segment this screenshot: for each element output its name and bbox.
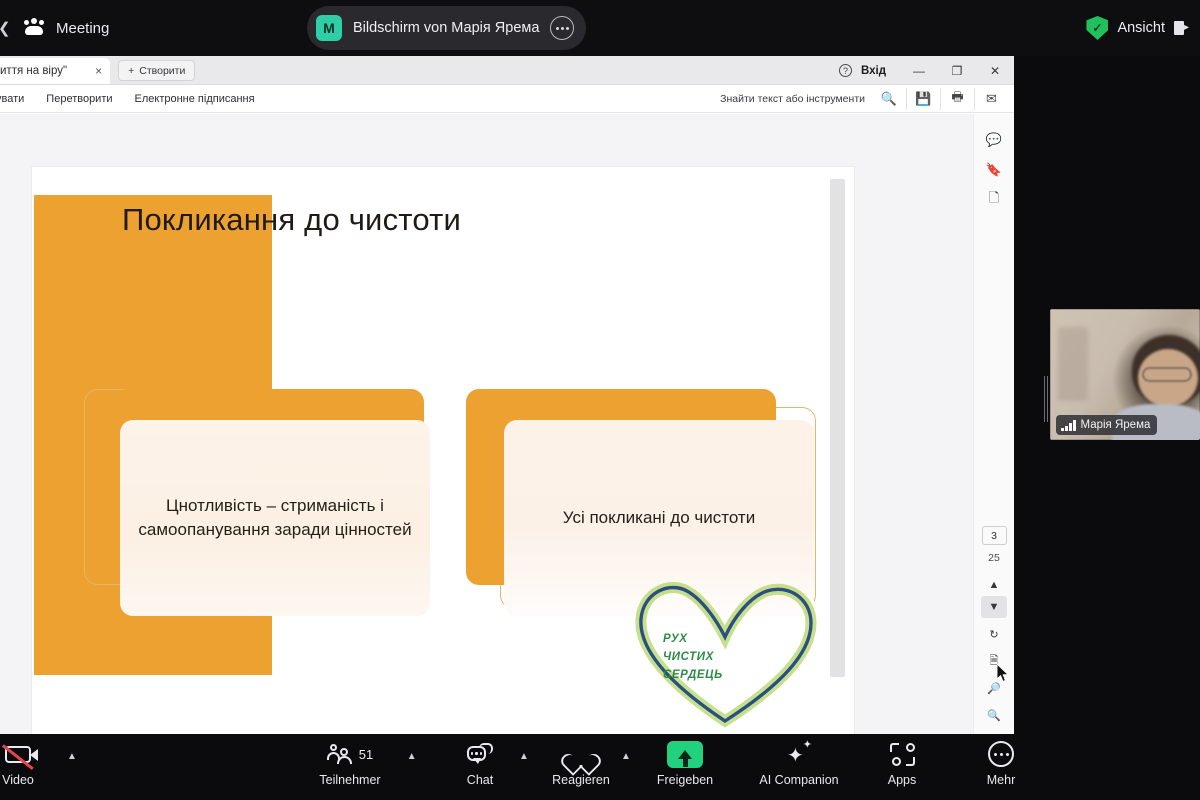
- question-circle-icon[interactable]: ?: [838, 64, 852, 77]
- camera-off-icon[interactable]: [2, 743, 38, 770]
- find-input[interactable]: Знайти текст або інструменти: [720, 93, 865, 105]
- page-number-input[interactable]: 3: [981, 526, 1007, 545]
- toolbar-label-participants: Teilnehmer: [319, 773, 381, 787]
- card-body: Цнотливість – стриманість і самоопануван…: [120, 420, 430, 616]
- share-screen-icon: [667, 740, 703, 768]
- heart-icon: [569, 744, 593, 765]
- plus-icon: +: [128, 64, 135, 77]
- chat-icon: [467, 743, 493, 765]
- print-icon[interactable]: 🖶: [940, 87, 974, 110]
- meeting-bottom-toolbar: ▲ Video 51 ▲ Teilnehmer ▲ Chat ▲ Reagier…: [0, 734, 1200, 800]
- chevron-up-icon-reactions[interactable]: ▲: [621, 751, 631, 762]
- share-title: Bildschirm von Марія Ярема: [353, 20, 540, 36]
- pdf-document-tab[interactable]: иття на віру" ×: [0, 58, 111, 84]
- maximize-button[interactable]: ❐: [938, 56, 976, 85]
- minimize-button[interactable]: —: [900, 56, 938, 85]
- toolbar-label-video: Video: [2, 773, 34, 787]
- page-scrollbar-thumb[interactable]: [830, 179, 845, 677]
- pdf-tab-title: иття на віру": [0, 65, 68, 77]
- more-dots-icon[interactable]: [550, 16, 575, 40]
- participants-icon: [326, 744, 353, 764]
- pdf-reader-window: иття на віру" × + Створити ? Вхід — ❐ ✕ …: [0, 56, 1014, 734]
- topbar-right-group: ✓ Ansicht ▸: [1086, 0, 1190, 56]
- participant-name-chip: Марія Ярема: [1056, 415, 1158, 435]
- avatar: M: [316, 15, 342, 41]
- close-icon[interactable]: ×: [95, 64, 102, 78]
- pdf-tab-strip: иття на віру" × + Створити ? Вхід — ❐ ✕: [0, 56, 1014, 85]
- window-controls: ? Вхід — ❐ ✕: [838, 56, 1014, 85]
- toolbar-button-apps[interactable]: Apps: [856, 740, 948, 787]
- pdf-document-canvas[interactable]: Покликання до чистоти Цнотливість – стри…: [0, 114, 973, 734]
- page-total-label: 25: [988, 552, 1000, 564]
- pdf-page: Покликання до чистоти Цнотливість – стри…: [32, 167, 854, 734]
- logo-line-1: РУХ: [663, 633, 688, 645]
- participants-count: 51: [358, 746, 374, 762]
- comment-icon[interactable]: 💬: [979, 125, 1009, 154]
- toolbar-label-chat: Chat: [466, 773, 494, 787]
- view-label[interactable]: Ansicht: [1117, 20, 1165, 36]
- toolbar-label-reactions: Reagieren: [552, 773, 610, 787]
- meeting-top-bar: ❮ Meeting M Bildschirm von Марія Ярема ✓…: [0, 0, 1200, 56]
- toolbar-button-video[interactable]: ▲ Video: [0, 740, 77, 787]
- toolbar-button-ai-companion[interactable]: ✦ ✦ AI Companion: [753, 739, 845, 788]
- close-window-button[interactable]: ✕: [976, 56, 1014, 85]
- menu-item-esign[interactable]: Електронне підписання: [135, 93, 255, 105]
- toolbar-label-ai-companion: AI Companion: [759, 773, 839, 787]
- rotate-clockwise-icon[interactable]: ↻: [981, 623, 1007, 645]
- toolbar-label-apps: Apps: [887, 773, 917, 787]
- toolbar-label-more: Mehr: [986, 773, 1016, 787]
- pdf-tool-rail: 💬 🔖 🗋 3 25 ▲ ▼ ↻ 🗎 🔎 🔍: [973, 114, 1014, 734]
- toolbar-button-share[interactable]: Freigeben: [639, 740, 731, 787]
- new-tab-label: Створити: [139, 64, 186, 77]
- signin-button[interactable]: Вхід: [861, 65, 886, 77]
- shield-check-icon[interactable]: ✓: [1086, 16, 1109, 40]
- sparkle-icon: ✦ ✦: [787, 739, 812, 767]
- search-icon[interactable]: 🔍: [872, 88, 906, 110]
- mouse-cursor: [997, 664, 1009, 682]
- participant-name: Марія Ярема: [1080, 419, 1151, 431]
- more-circle-icon: [988, 741, 1014, 767]
- logo-line-2: ЧИСТИХ: [663, 650, 714, 663]
- pdf-menu-bar: гувати Перетворити Електронне підписання…: [0, 85, 1014, 113]
- menu-item-edit[interactable]: гувати: [0, 93, 24, 105]
- chevron-left-icon[interactable]: ❮: [0, 19, 12, 37]
- next-page-button[interactable]: ▼: [981, 596, 1007, 618]
- app-root: ❮ Meeting M Bildschirm von Марія Ярема ✓…: [0, 0, 1200, 800]
- screen-share-badge[interactable]: M Bildschirm von Марія Ярема: [307, 6, 587, 50]
- bookmark-icon[interactable]: 🔖: [979, 155, 1009, 184]
- new-tab-button[interactable]: + Створити: [118, 60, 196, 81]
- menu-item-convert[interactable]: Перетворити: [46, 93, 112, 105]
- meeting-info-group: ❮ Meeting: [0, 18, 300, 38]
- mail-icon[interactable]: ✉: [974, 87, 1008, 110]
- chevron-up-icon-video[interactable]: ▲: [67, 751, 77, 762]
- meeting-label: Meeting: [56, 19, 110, 37]
- panel-resize-handle[interactable]: [1044, 376, 1048, 422]
- zoom-out-icon[interactable]: 🔍: [981, 704, 1007, 726]
- logo-line-3: СЕРДЕЦЬ: [663, 668, 723, 681]
- heart-logo: РУХ ЧИСТИХ СЕРДЕЦЬ: [625, 569, 825, 734]
- video-tile[interactable]: Марія Ярема: [1050, 309, 1200, 440]
- toolbar-button-reactions[interactable]: ▲ Reagieren: [535, 740, 631, 787]
- toolbar-button-participants[interactable]: 51 ▲ Teilnehmer: [304, 740, 417, 787]
- toolbar-button-more[interactable]: Mehr: [955, 740, 1047, 787]
- copy-pages-icon[interactable]: 🗋: [979, 185, 1009, 214]
- chevron-up-icon-chat[interactable]: ▲: [519, 751, 529, 762]
- layout-view-icon[interactable]: ▸: [1174, 21, 1190, 35]
- apps-icon: [889, 742, 915, 766]
- people-icon: [22, 18, 46, 38]
- signal-bars-icon: [1061, 419, 1076, 431]
- toolbar-button-chat[interactable]: ▲ Chat: [434, 740, 529, 787]
- pdf-menu-right-group: Знайти текст або інструменти 🔍 💾 🖶 ✉: [720, 87, 1008, 110]
- heart-logo-text: РУХ ЧИСТИХ СЕРДЕЦЬ: [663, 631, 763, 684]
- prev-page-button[interactable]: ▲: [981, 574, 1007, 596]
- slide-title: Покликання до чистоти: [122, 202, 461, 237]
- chevron-up-icon-participants[interactable]: ▲: [407, 751, 417, 762]
- toolbar-label-share: Freigeben: [656, 773, 714, 787]
- save-icon[interactable]: 💾: [906, 87, 940, 110]
- participant-column: Марія Ярема: [1014, 56, 1200, 734]
